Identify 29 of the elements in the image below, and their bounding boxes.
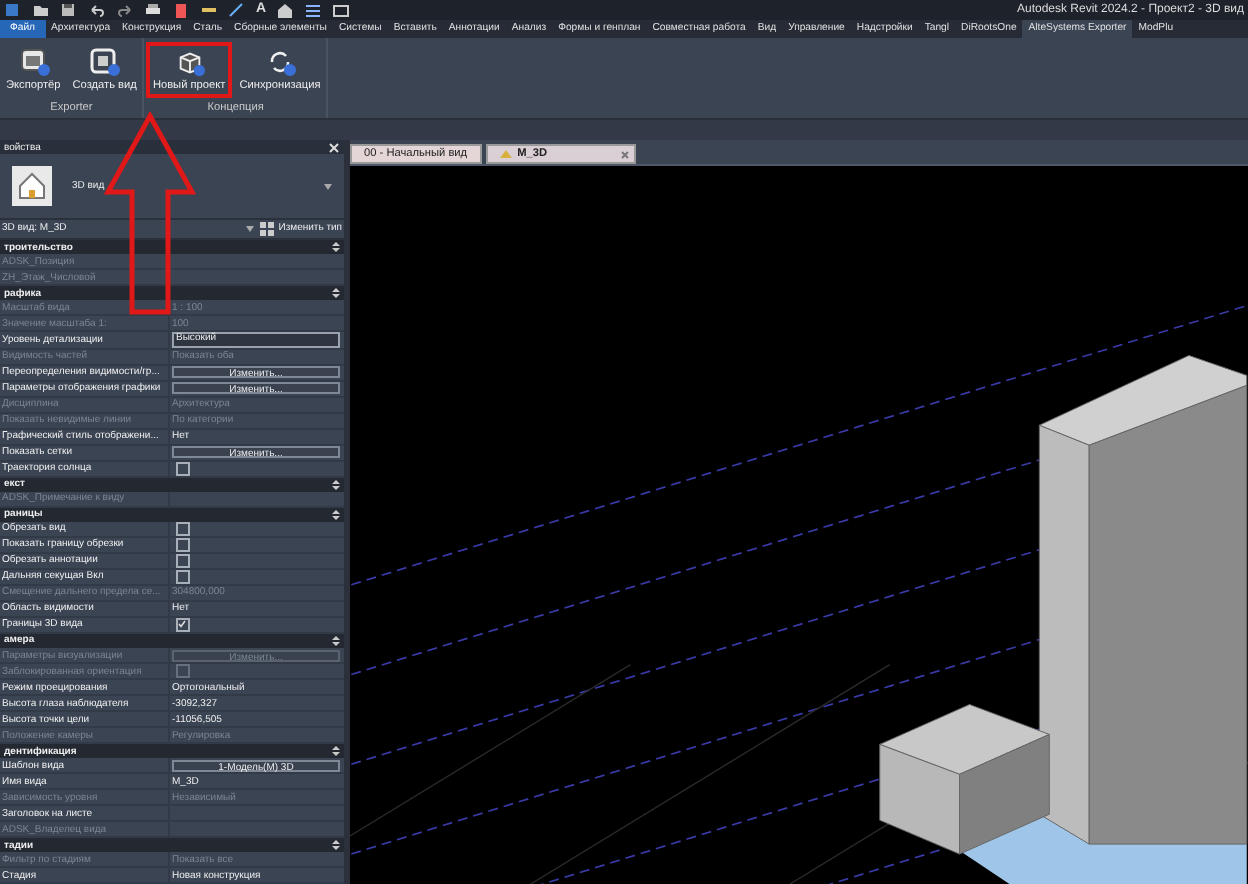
exporter-icon <box>17 46 50 78</box>
redo-icon[interactable] <box>116 2 134 18</box>
collapse-icon[interactable] <box>332 635 340 646</box>
collapse-icon[interactable] <box>332 746 340 757</box>
window-icon[interactable] <box>332 2 351 18</box>
view-icon <box>499 148 512 160</box>
printer-icon[interactable] <box>144 2 162 18</box>
collapse-icon[interactable] <box>332 242 340 253</box>
collapse-icon[interactable] <box>332 509 340 520</box>
checkbox[interactable] <box>176 538 189 552</box>
checkbox[interactable] <box>176 522 189 536</box>
view-frame-icon <box>88 46 121 78</box>
house-icon <box>12 166 52 207</box>
checkbox[interactable] <box>176 554 189 568</box>
list-icon[interactable] <box>304 2 323 18</box>
checkbox[interactable] <box>176 570 189 584</box>
grid-icon <box>260 221 275 236</box>
collapse-icon[interactable] <box>332 288 340 299</box>
collapse-icon[interactable] <box>332 840 340 851</box>
dropdown-caret-icon[interactable] <box>246 225 255 232</box>
collapse-icon[interactable] <box>332 479 340 490</box>
document-icon[interactable] <box>172 2 190 18</box>
undo-icon[interactable] <box>88 2 106 18</box>
dropdown-caret-icon <box>324 183 332 190</box>
save-icon[interactable] <box>60 2 78 18</box>
line-icon[interactable] <box>228 2 246 18</box>
checkbox[interactable] <box>176 618 189 632</box>
measure-icon[interactable] <box>200 2 218 18</box>
checkbox[interactable] <box>176 462 189 476</box>
